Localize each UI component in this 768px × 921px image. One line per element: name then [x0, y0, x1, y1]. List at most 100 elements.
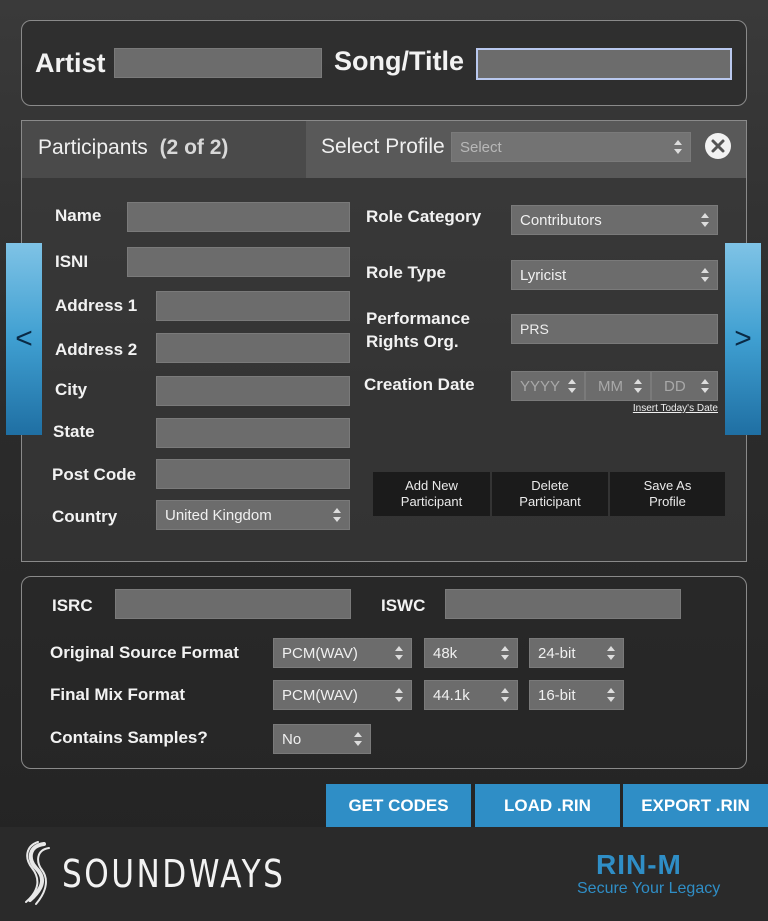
chevron-updown-icon: [568, 379, 576, 393]
original-format-label: Original Source Format: [50, 643, 239, 662]
chevron-updown-icon: [501, 646, 509, 660]
year-select[interactable]: YYYY: [511, 371, 585, 401]
chevron-updown-icon: [607, 688, 615, 702]
add-line1: Add New: [405, 478, 458, 493]
soundways-wordmark: SOUNDWAYS: [62, 852, 286, 896]
state-label: State: [53, 422, 95, 441]
participants-title-text: Participants: [38, 136, 148, 159]
year-placeholder: YYYY: [520, 377, 561, 395]
artist-label: Artist: [35, 48, 106, 78]
final-format-label: Final Mix Format: [50, 685, 186, 704]
samples-select[interactable]: No: [273, 724, 371, 754]
final-rate-select[interactable]: 44.1k: [424, 680, 518, 710]
select-profile-dropdown[interactable]: Select: [451, 132, 691, 162]
chevron-updown-icon: [701, 213, 709, 227]
address2-label: Address 2: [55, 340, 138, 359]
select-profile-label: Select Profile: [321, 135, 445, 158]
insert-today-link[interactable]: Insert Today's Date: [618, 403, 718, 414]
chevron-updown-icon: [701, 268, 709, 282]
pro-label-line2: Rights Org.: [366, 332, 459, 351]
chevron-updown-icon: [501, 688, 509, 702]
chevron-left-icon: <: [15, 322, 33, 355]
save-line2: Profile: [649, 494, 686, 509]
final-format-select[interactable]: PCM(WAV): [273, 680, 412, 710]
chevron-updown-icon: [701, 379, 709, 393]
iswc-label: ISWC: [381, 596, 426, 615]
original-format-select[interactable]: PCM(WAV): [273, 638, 412, 668]
tagline: Secure Your Legacy: [577, 880, 721, 897]
delete-participant-button[interactable]: Delete Participant: [492, 472, 608, 516]
day-select[interactable]: DD: [651, 371, 718, 401]
isni-label: ISNI: [55, 252, 89, 271]
final-bits-value: 16-bit: [538, 686, 576, 704]
pro-label-line1: Performance: [366, 309, 470, 328]
artist-input[interactable]: [114, 48, 322, 78]
delete-line1: Delete: [531, 478, 569, 493]
close-icon[interactable]: [705, 133, 731, 159]
chevron-updown-icon: [333, 508, 341, 522]
load-rin-button[interactable]: LOAD .RIN: [475, 784, 620, 827]
save-profile-button[interactable]: Save As Profile: [610, 472, 725, 516]
role-category-select[interactable]: Contributors: [511, 205, 718, 235]
chevron-updown-icon: [354, 732, 362, 746]
final-format-value: PCM(WAV): [282, 686, 358, 704]
chevron-right-icon: >: [734, 322, 752, 355]
address1-input[interactable]: [156, 291, 350, 321]
isrc-label: ISRC: [52, 596, 93, 615]
soundways-logo-icon: [22, 840, 52, 906]
postcode-input[interactable]: [156, 459, 350, 489]
address2-input[interactable]: [156, 333, 350, 363]
isni-input[interactable]: [127, 247, 350, 277]
original-format-value: PCM(WAV): [282, 644, 358, 662]
isrc-input[interactable]: [115, 589, 351, 619]
month-select[interactable]: MM: [585, 371, 651, 401]
previous-participant-button[interactable]: <: [6, 243, 42, 435]
country-value: United Kingdom: [165, 506, 272, 524]
iswc-input[interactable]: [445, 589, 681, 619]
month-placeholder: MM: [598, 377, 623, 395]
chevron-updown-icon: [674, 140, 682, 154]
participants-count: (2 of 2): [159, 136, 229, 159]
next-participant-button[interactable]: >: [725, 243, 761, 435]
delete-line2: Participant: [519, 494, 581, 509]
samples-value: No: [282, 730, 302, 748]
chevron-updown-icon: [395, 646, 403, 660]
add-participant-button[interactable]: Add New Participant: [373, 472, 490, 516]
creation-date-label: Creation Date: [364, 375, 475, 394]
role-category-label: Role Category: [366, 207, 482, 226]
pro-input[interactable]: PRS: [511, 314, 718, 344]
address1-label: Address 1: [55, 296, 138, 315]
final-rate-value: 44.1k: [433, 686, 470, 704]
postcode-label: Post Code: [52, 465, 137, 484]
country-label: Country: [52, 507, 118, 526]
country-select[interactable]: United Kingdom: [156, 500, 350, 530]
final-bits-select[interactable]: 16-bit: [529, 680, 624, 710]
role-type-value: Lyricist: [520, 266, 567, 284]
add-line2: Participant: [400, 494, 463, 509]
rin-m-logo: RIN-M: [596, 849, 682, 880]
city-label: City: [55, 380, 88, 399]
export-rin-button[interactable]: EXPORT .RIN: [623, 784, 768, 827]
chevron-updown-icon: [634, 379, 642, 393]
state-input[interactable]: [156, 418, 350, 448]
chevron-updown-icon: [395, 688, 403, 702]
role-type-label: Role Type: [366, 263, 446, 282]
save-line1: Save As: [643, 478, 692, 493]
day-placeholder: DD: [664, 377, 686, 395]
role-type-select[interactable]: Lyricist: [511, 260, 718, 290]
select-profile-value: Select: [460, 138, 502, 156]
name-input[interactable]: [127, 202, 350, 232]
original-bits-value: 24-bit: [538, 644, 576, 662]
song-title-input[interactable]: [476, 48, 732, 80]
original-rate-value: 48k: [433, 644, 458, 662]
original-bits-select[interactable]: 24-bit: [529, 638, 624, 668]
song-title-label: Song/Title: [334, 46, 465, 76]
city-input[interactable]: [156, 376, 350, 406]
name-label: Name: [55, 206, 102, 225]
get-codes-button[interactable]: GET CODES: [326, 784, 471, 827]
original-rate-select[interactable]: 48k: [424, 638, 518, 668]
chevron-updown-icon: [607, 646, 615, 660]
participants-title: Participants (2 of 2): [38, 136, 228, 160]
samples-label: Contains Samples?: [50, 728, 208, 747]
role-category-value: Contributors: [520, 211, 602, 229]
